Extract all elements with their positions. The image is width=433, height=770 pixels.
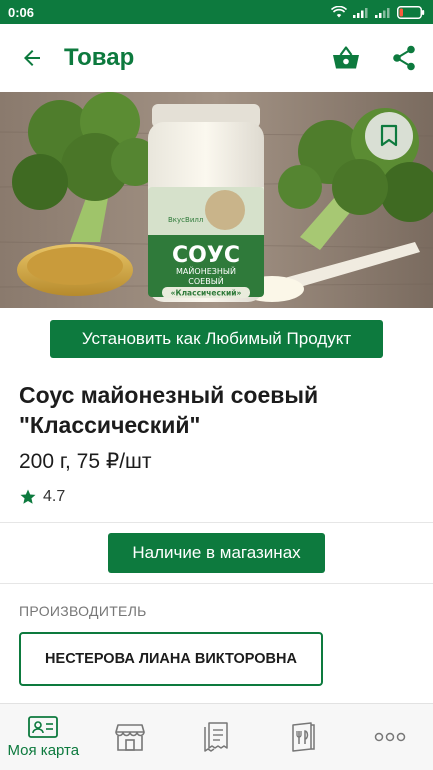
nav-item-receipts[interactable] (173, 704, 260, 770)
set-favorite-button[interactable]: Установить как Любимый Продукт (50, 320, 383, 358)
product-name-line-1: Соус майонезный соевый (19, 382, 319, 408)
product-price: 200 г, 75 ₽/шт (19, 450, 152, 473)
more-icon (374, 732, 405, 742)
back-button[interactable] (0, 24, 64, 92)
product-name-line-2: "Классический" (19, 412, 201, 438)
divider (0, 522, 433, 523)
bookmark-icon (380, 124, 398, 147)
nav-item-menu[interactable] (260, 704, 347, 770)
share-icon (393, 45, 415, 71)
basket-button[interactable] (317, 24, 375, 92)
nav-item-my-card[interactable]: Моя карта (0, 704, 87, 770)
rating-value: 4.7 (43, 488, 66, 505)
manufacturer-label: ПРОИЗВОДИТЕЛЬ (19, 603, 147, 619)
store-icon (115, 724, 145, 751)
jar-title: СОУС (172, 243, 240, 268)
app-bar-actions (317, 24, 433, 92)
share-button[interactable] (375, 24, 433, 92)
product-rating: 4.7 (19, 488, 65, 506)
divider (0, 583, 433, 584)
signal-icon (353, 7, 368, 18)
store-availability-button[interactable]: Наличие в магазинах (108, 533, 325, 573)
basket-icon (333, 46, 359, 69)
nav-label-my-card: Моя карта (7, 741, 80, 759)
product-name: Соус майонезный соевый "Классический" (19, 380, 409, 440)
nav-item-more[interactable] (346, 704, 433, 770)
star-icon (20, 489, 36, 504)
manufacturer-button[interactable]: НЕСТЕРОВА ЛИАНА ВИКТОРОВНА (19, 632, 323, 686)
signal-icon (375, 7, 390, 18)
status-icons (331, 5, 425, 19)
status-time: 0:06 (8, 4, 35, 20)
jar-line-1: МАЙОНЕЗНЫЙ (176, 265, 236, 276)
status-bar: 0:06 (0, 0, 433, 24)
product-image: ВкусВилл СОУС МАЙОНЕЗНЫЙ СОЕВЫЙ «Классич… (0, 92, 433, 308)
receipts-icon (204, 722, 229, 752)
bookmark-button[interactable] (365, 112, 413, 160)
card-icon (28, 715, 59, 738)
jar-line-2: СОЕВЫЙ (188, 275, 223, 286)
page-title: Товар (64, 44, 135, 71)
jar-line-3: «Классический» (171, 289, 242, 298)
bottom-navigation: Моя карта (0, 703, 433, 770)
jar-brand: ВкусВилл (168, 216, 203, 224)
nav-item-stores[interactable] (87, 704, 174, 770)
wifi-icon (331, 6, 347, 18)
app-bar: Товар (0, 24, 433, 92)
arrow-left-icon (24, 50, 40, 66)
menu-book-icon (292, 722, 315, 752)
battery-icon (397, 5, 425, 19)
